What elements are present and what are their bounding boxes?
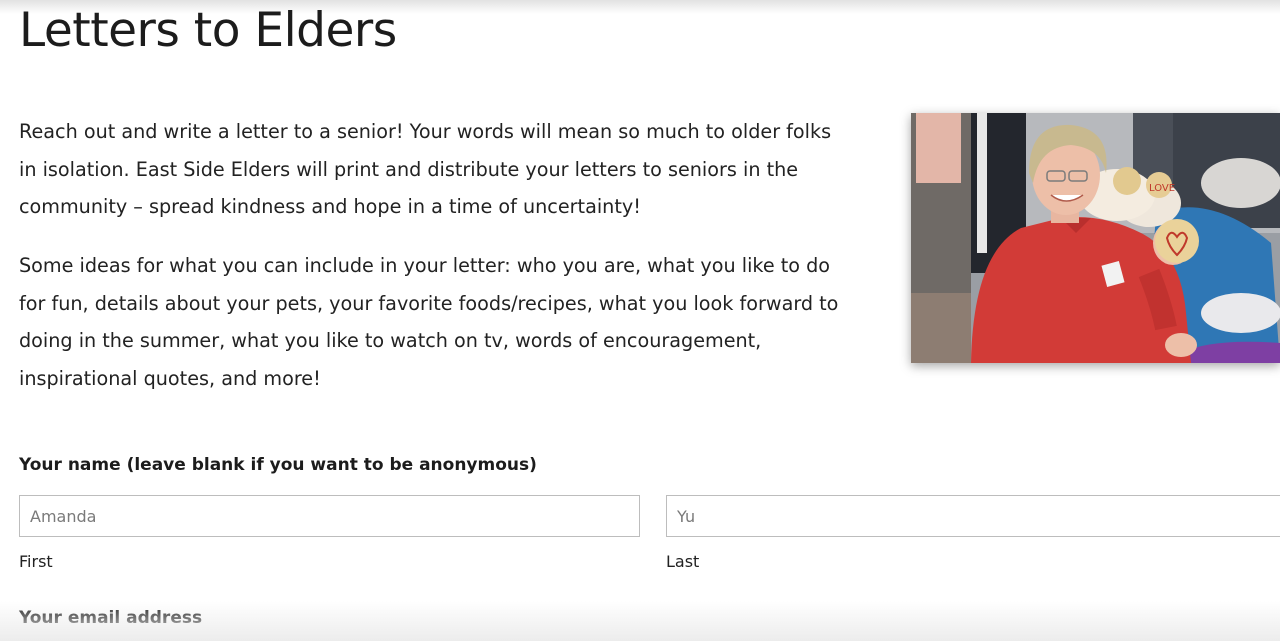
page-title: Letters to Elders (19, 3, 397, 58)
name-field-label: Your name (leave blank if you want to be… (19, 455, 537, 475)
first-name-sublabel: First (19, 552, 53, 571)
first-name-input[interactable] (19, 495, 640, 537)
last-name-input[interactable] (666, 495, 1280, 537)
elder-photo: LOVE (911, 113, 1280, 363)
email-field-label: Your email address (19, 608, 203, 628)
last-name-sublabel: Last (666, 552, 700, 571)
ideas-paragraph: Some ideas for what you can include in y… (19, 254, 839, 390)
intro-paragraph: Reach out and write a letter to a senior… (19, 120, 832, 219)
page: Letters to Elders Reach out and write a … (0, 0, 1280, 641)
photo-cookie-text: LOVE (1149, 183, 1175, 194)
photo-illustration: LOVE (911, 113, 1280, 363)
